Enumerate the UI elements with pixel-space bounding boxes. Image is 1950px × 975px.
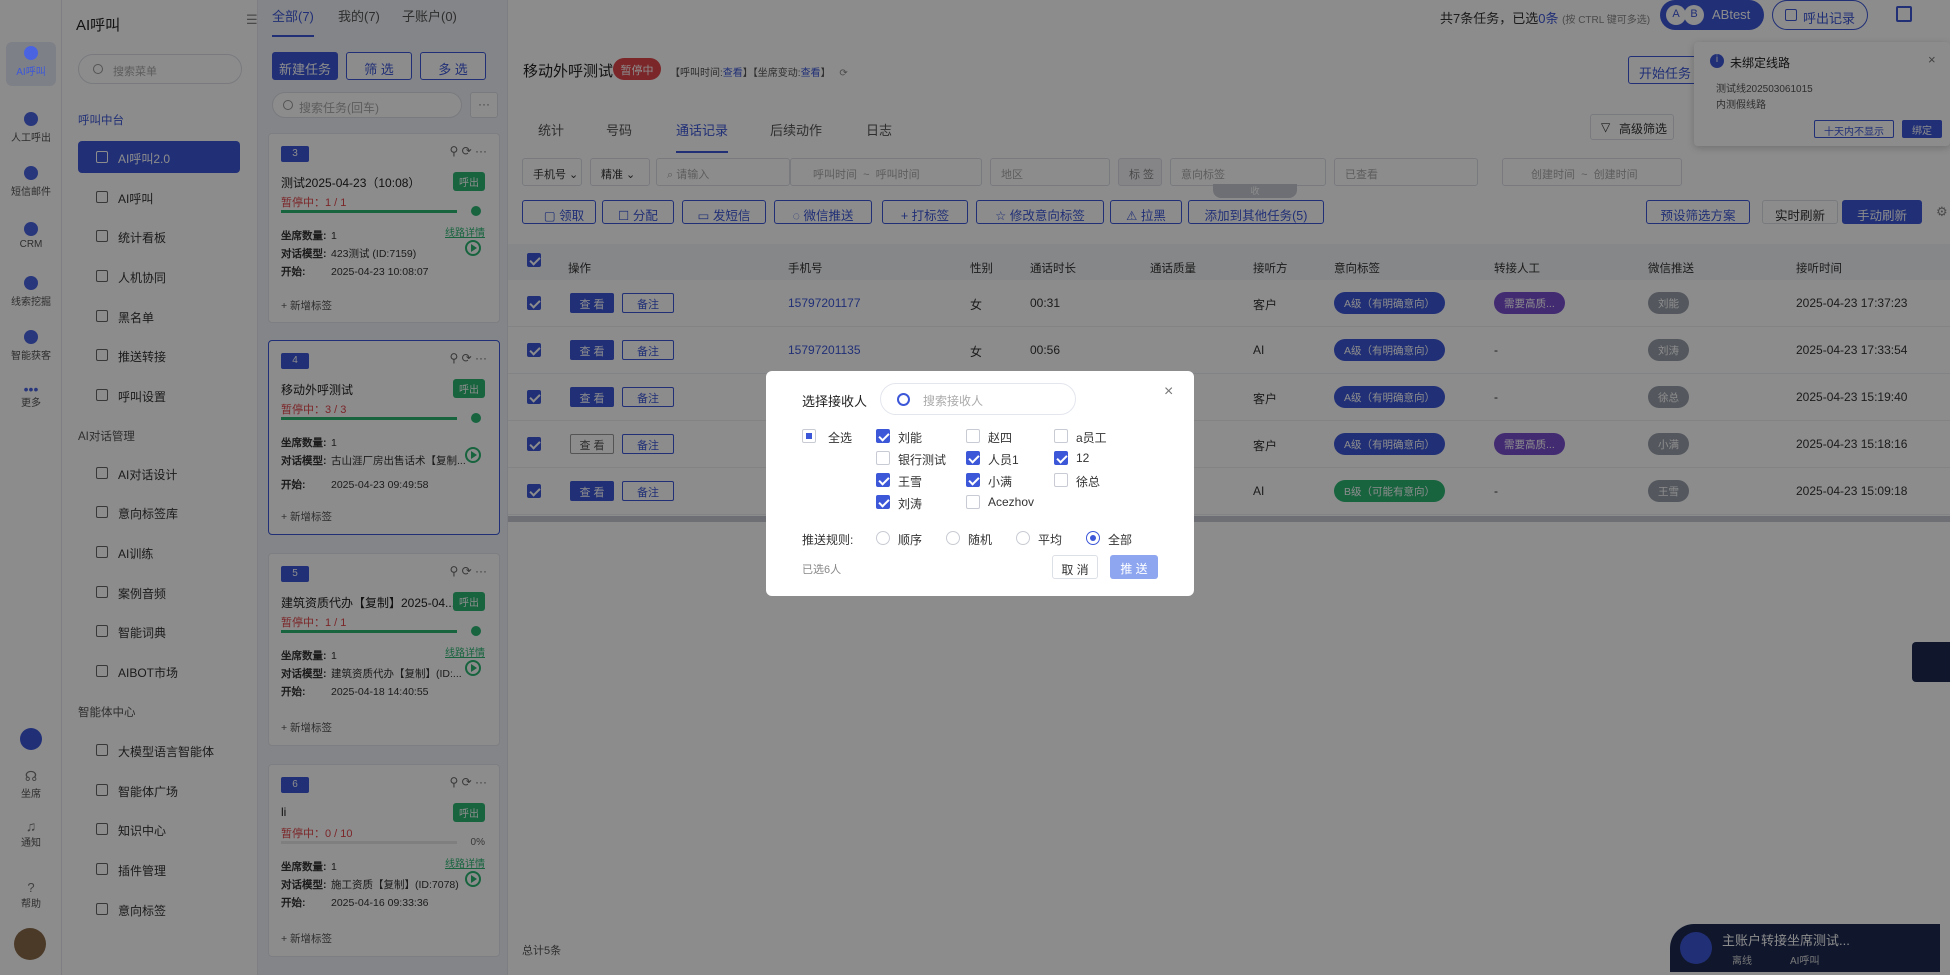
recipient-option[interactable]: 小满 bbox=[966, 473, 1012, 490]
select-all-option[interactable]: 全选 bbox=[802, 429, 852, 446]
recipient-option[interactable]: 徐总 bbox=[1054, 473, 1100, 490]
send-button[interactable]: 推 送 bbox=[1110, 555, 1158, 579]
rule-all-radio[interactable]: 全部 bbox=[1086, 531, 1132, 548]
recipient-search-input[interactable]: 搜索接收人 bbox=[880, 383, 1076, 415]
recipient-option[interactable]: 王雪 bbox=[876, 473, 922, 490]
checked-checkbox[interactable] bbox=[1054, 451, 1068, 465]
select-recipient-dialog: 选择接收人 搜索接收人 × 全选 刘能 赵四 a员工 银行测试 人员1 12 王… bbox=[766, 371, 1194, 596]
unchecked-checkbox[interactable] bbox=[966, 429, 980, 443]
unchecked-checkbox[interactable] bbox=[1054, 429, 1068, 443]
close-icon[interactable]: × bbox=[1164, 383, 1173, 401]
search-icon bbox=[897, 393, 910, 406]
rule-average-radio[interactable]: 平均 bbox=[1016, 531, 1062, 548]
dialog-title: 选择接收人 bbox=[802, 394, 868, 409]
checked-checkbox[interactable] bbox=[966, 473, 980, 487]
recipient-option[interactable]: 人员1 bbox=[966, 451, 1019, 468]
robot-icon bbox=[24, 46, 38, 60]
partial-checkbox[interactable] bbox=[802, 429, 816, 443]
selected-count: 已选6人 bbox=[802, 564, 842, 576]
unchecked-checkbox[interactable] bbox=[876, 451, 890, 465]
rule-sequential-radio[interactable]: 顺序 bbox=[876, 531, 922, 548]
checked-checkbox[interactable] bbox=[876, 429, 890, 443]
recipient-option[interactable]: 刘能 bbox=[876, 429, 922, 446]
recipient-option[interactable]: 赵四 bbox=[966, 429, 1012, 446]
recipient-option[interactable]: 刘涛 bbox=[876, 495, 922, 512]
recipient-option[interactable]: a员工 bbox=[1054, 429, 1107, 446]
unchecked-checkbox[interactable] bbox=[1054, 473, 1068, 487]
recipient-option[interactable]: Acezhov bbox=[966, 495, 1034, 509]
cancel-button[interactable]: 取 消 bbox=[1052, 555, 1098, 579]
rule-random-radio[interactable]: 随机 bbox=[946, 531, 992, 548]
checked-checkbox[interactable] bbox=[876, 473, 890, 487]
push-rule-label: 推送规则: bbox=[802, 533, 854, 547]
recipient-option[interactable]: 银行测试 bbox=[876, 451, 946, 468]
checked-checkbox[interactable] bbox=[876, 495, 890, 509]
checked-checkbox[interactable] bbox=[966, 451, 980, 465]
unchecked-checkbox[interactable] bbox=[966, 495, 980, 509]
recipient-option[interactable]: 12 bbox=[1054, 451, 1089, 465]
